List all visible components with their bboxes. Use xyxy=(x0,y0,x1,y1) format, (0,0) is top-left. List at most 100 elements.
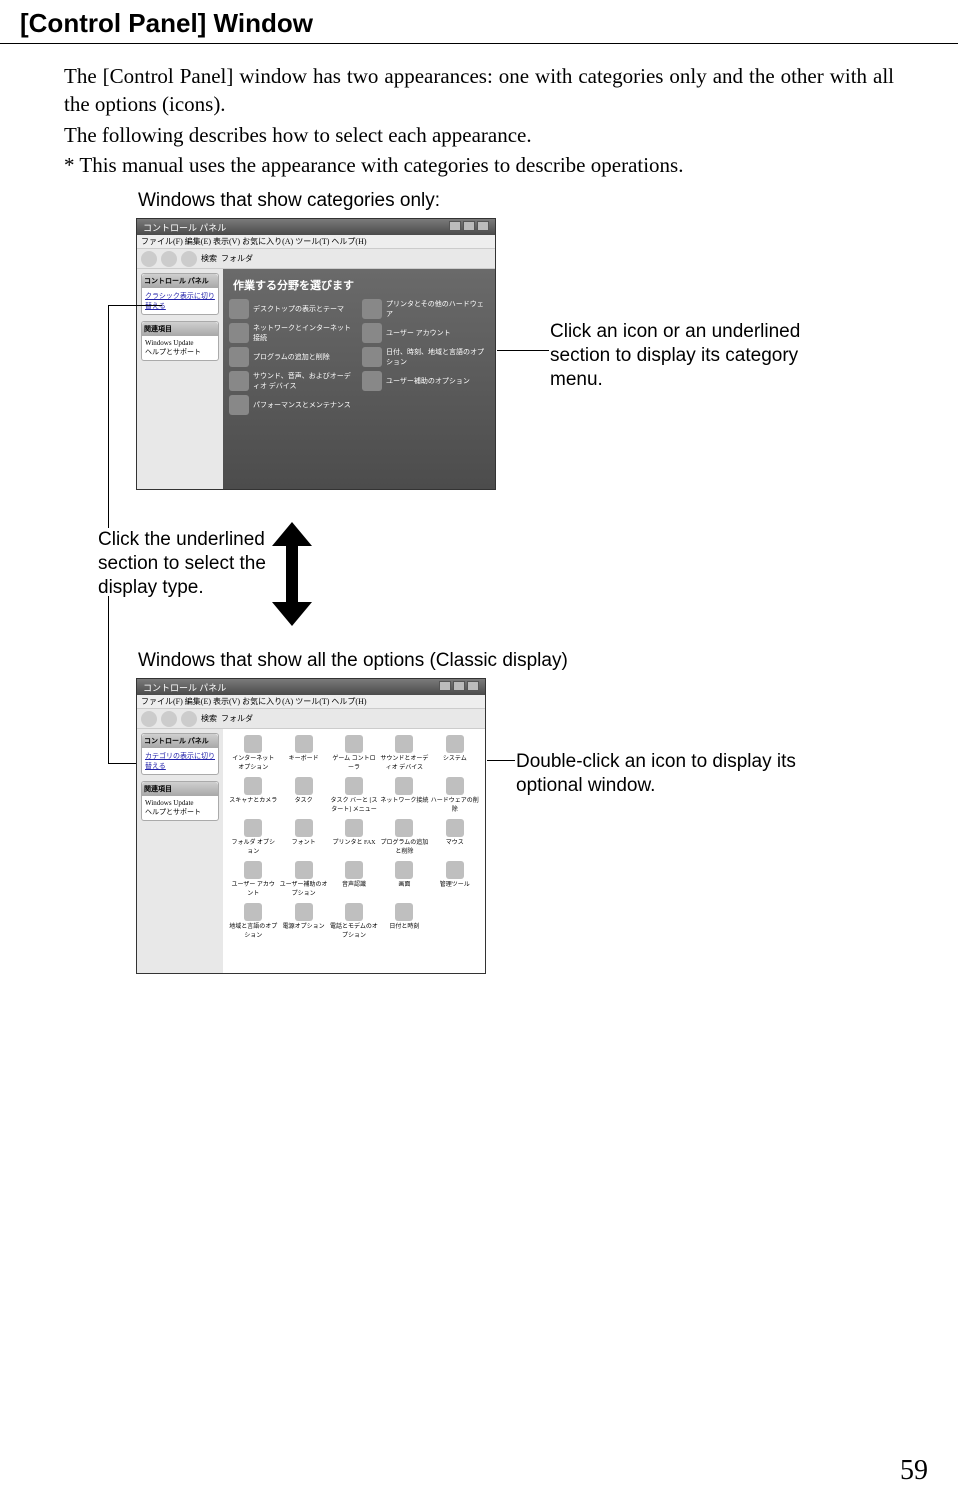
toolbar-search[interactable]: 検索 xyxy=(201,253,217,264)
control-panel-applet[interactable]: 電話とモデムのオプション xyxy=(330,903,378,939)
control-panel-applet[interactable]: 音声認識 xyxy=(330,861,378,897)
paragraph-3: * This manual uses the appearance with c… xyxy=(64,151,894,179)
control-panel-applet[interactable]: ユーザー補助のオプション xyxy=(279,861,327,897)
sidebar-panel-head: コントロール パネル xyxy=(142,734,218,748)
sidebar-link-windows-update[interactable]: Windows Update xyxy=(145,339,215,347)
close-icon[interactable] xyxy=(467,681,479,691)
control-panel-applet[interactable]: タスク xyxy=(279,777,327,813)
control-panel-applet[interactable]: 地域と言語のオプション xyxy=(229,903,277,939)
maximize-icon[interactable] xyxy=(463,221,475,231)
sidebar: コントロール パネル カテゴリの表示に切り替える 関連項目 Windows Up… xyxy=(137,729,223,973)
applet-icon xyxy=(345,735,363,753)
close-icon[interactable] xyxy=(477,221,489,231)
sidebar-link-help[interactable]: ヘルプとサポート xyxy=(145,807,215,817)
applet-icon xyxy=(244,735,262,753)
up-icon[interactable] xyxy=(181,251,197,267)
toolbar-folder[interactable]: フォルダ xyxy=(221,253,253,264)
applet-label: スキャナとカメラ xyxy=(229,795,277,804)
category-label: ネットワークとインターネット接続 xyxy=(253,323,356,343)
control-panel-applet[interactable]: フォント xyxy=(279,819,327,855)
category-date-time[interactable]: 日付、時刻、地域と言語のオプション xyxy=(362,347,489,367)
control-panel-applet[interactable]: インターネット オプション xyxy=(229,735,277,771)
control-panel-applet[interactable]: ハードウェアの削除 xyxy=(431,777,479,813)
back-icon[interactable] xyxy=(141,711,157,727)
sidebar-panel-control: コントロール パネル クラシック表示に切り替える xyxy=(141,273,219,315)
applet-icon xyxy=(295,735,313,753)
screenshot-category-view: コントロール パネル ファイル(F) 編集(E) 表示(V) お気に入り(A) … xyxy=(136,218,496,490)
control-panel-applet[interactable]: キーボード xyxy=(279,735,327,771)
control-panel-applet[interactable]: 電源オプション xyxy=(279,903,327,939)
applet-icon xyxy=(244,861,262,879)
applet-icon xyxy=(395,819,413,837)
sidebar-panel-control: コントロール パネル カテゴリの表示に切り替える xyxy=(141,733,219,775)
control-panel-applet[interactable]: マウス xyxy=(431,819,479,855)
applet-icon xyxy=(345,777,363,795)
applet-label: ネットワーク接続 xyxy=(380,795,428,804)
control-panel-applet[interactable]: ゲーム コントローラ xyxy=(330,735,378,771)
sidebar-panel-head-related: 関連項目 xyxy=(142,322,218,336)
control-panel-applet[interactable]: ユーザー アカウント xyxy=(229,861,277,897)
control-panel-applet[interactable]: システム xyxy=(431,735,479,771)
category-accessibility[interactable]: ユーザー補助のオプション xyxy=(362,371,489,391)
applet-icon xyxy=(395,735,413,753)
category-appearance[interactable]: デスクトップの表示とテーマ xyxy=(229,299,356,319)
paragraph-1: The [Control Panel] window has two appea… xyxy=(64,62,894,119)
menubar[interactable]: ファイル(F) 編集(E) 表示(V) お気に入り(A) ツール(T) ヘルプ(… xyxy=(137,695,485,709)
control-panel-applet[interactable]: プログラムの追加と削除 xyxy=(380,819,428,855)
control-panel-applet[interactable]: タスク バーと [スタート] メニュー xyxy=(330,777,378,813)
category-printers[interactable]: プリンタとその他のハードウェア xyxy=(362,299,489,319)
sidebar-panel-related: 関連項目 Windows Update ヘルプとサポート xyxy=(141,781,219,821)
applet-label: インターネット オプション xyxy=(229,753,277,771)
window-titlebar: コントロール パネル xyxy=(137,679,485,695)
category-performance[interactable]: パフォーマンスとメンテナンス xyxy=(229,395,356,415)
control-panel-applet[interactable]: スキャナとカメラ xyxy=(229,777,277,813)
applet-icon xyxy=(395,861,413,879)
category-user-accounts[interactable]: ユーザー アカウント xyxy=(362,323,489,343)
applet-label: サウンドとオーディオ デバイス xyxy=(380,753,428,771)
category-heading: 作業する分野を選びます xyxy=(229,275,489,299)
back-icon[interactable] xyxy=(141,251,157,267)
control-panel-applet[interactable]: 管理ツール xyxy=(431,861,479,897)
applet-label: マウス xyxy=(446,837,464,846)
minimize-icon[interactable] xyxy=(439,681,451,691)
menubar[interactable]: ファイル(F) 編集(E) 表示(V) お気に入り(A) ツール(T) ヘルプ(… xyxy=(137,235,495,249)
category-label: サウンド、音声、およびオーディオ デバイス xyxy=(253,371,356,391)
toolbar-search[interactable]: 検索 xyxy=(201,713,217,724)
category-label: ユーザー アカウント xyxy=(386,328,451,338)
control-panel-applet[interactable]: 日付と時刻 xyxy=(380,903,428,939)
applet-label: システム xyxy=(443,753,467,762)
applet-icon xyxy=(345,903,363,921)
maximize-icon[interactable] xyxy=(453,681,465,691)
sidebar-panel-head-related: 関連項目 xyxy=(142,782,218,796)
category-network[interactable]: ネットワークとインターネット接続 xyxy=(229,323,356,343)
sidebar-switch-view-link[interactable]: カテゴリの表示に切り替える xyxy=(145,751,215,771)
control-panel-applet[interactable]: フォルダ オプション xyxy=(229,819,277,855)
applet-label: 電源オプション xyxy=(283,921,325,930)
category-add-remove[interactable]: プログラムの追加と削除 xyxy=(229,347,356,367)
sidebar-link-help[interactable]: ヘルプとサポート xyxy=(145,347,215,357)
toolbar-folder[interactable]: フォルダ xyxy=(221,713,253,724)
caption-classic-view: Windows that show all the options (Class… xyxy=(138,650,568,672)
control-panel-applet[interactable]: ネットワーク接続 xyxy=(380,777,428,813)
category-label: プリンタとその他のハードウェア xyxy=(386,299,489,319)
forward-icon[interactable] xyxy=(161,251,177,267)
applet-label: ゲーム コントローラ xyxy=(330,753,378,771)
toolbar: 検索 フォルダ xyxy=(137,709,485,729)
forward-icon[interactable] xyxy=(161,711,177,727)
category-label: デスクトップの表示とテーマ xyxy=(253,304,344,314)
control-panel-applet[interactable]: プリンタと FAX xyxy=(330,819,378,855)
up-icon[interactable] xyxy=(181,711,197,727)
annotation-classic-click: Double-click an icon to display its opti… xyxy=(516,750,796,798)
applet-label: ハードウェアの削除 xyxy=(431,795,479,813)
applet-label: 日付と時刻 xyxy=(389,921,419,930)
control-panel-applet[interactable]: 画面 xyxy=(380,861,428,897)
minimize-icon[interactable] xyxy=(449,221,461,231)
control-panel-applet[interactable]: サウンドとオーディオ デバイス xyxy=(380,735,428,771)
sidebar-switch-view-link[interactable]: クラシック表示に切り替える xyxy=(145,291,215,311)
category-sound[interactable]: サウンド、音声、およびオーディオ デバイス xyxy=(229,371,356,391)
main-category-area: 作業する分野を選びます デスクトップの表示とテーマ プリンタとその他のハードウェ… xyxy=(223,269,495,489)
user-icon xyxy=(362,323,382,343)
printer-icon xyxy=(362,299,382,319)
sidebar-link-windows-update[interactable]: Windows Update xyxy=(145,799,215,807)
applet-icon xyxy=(446,735,464,753)
